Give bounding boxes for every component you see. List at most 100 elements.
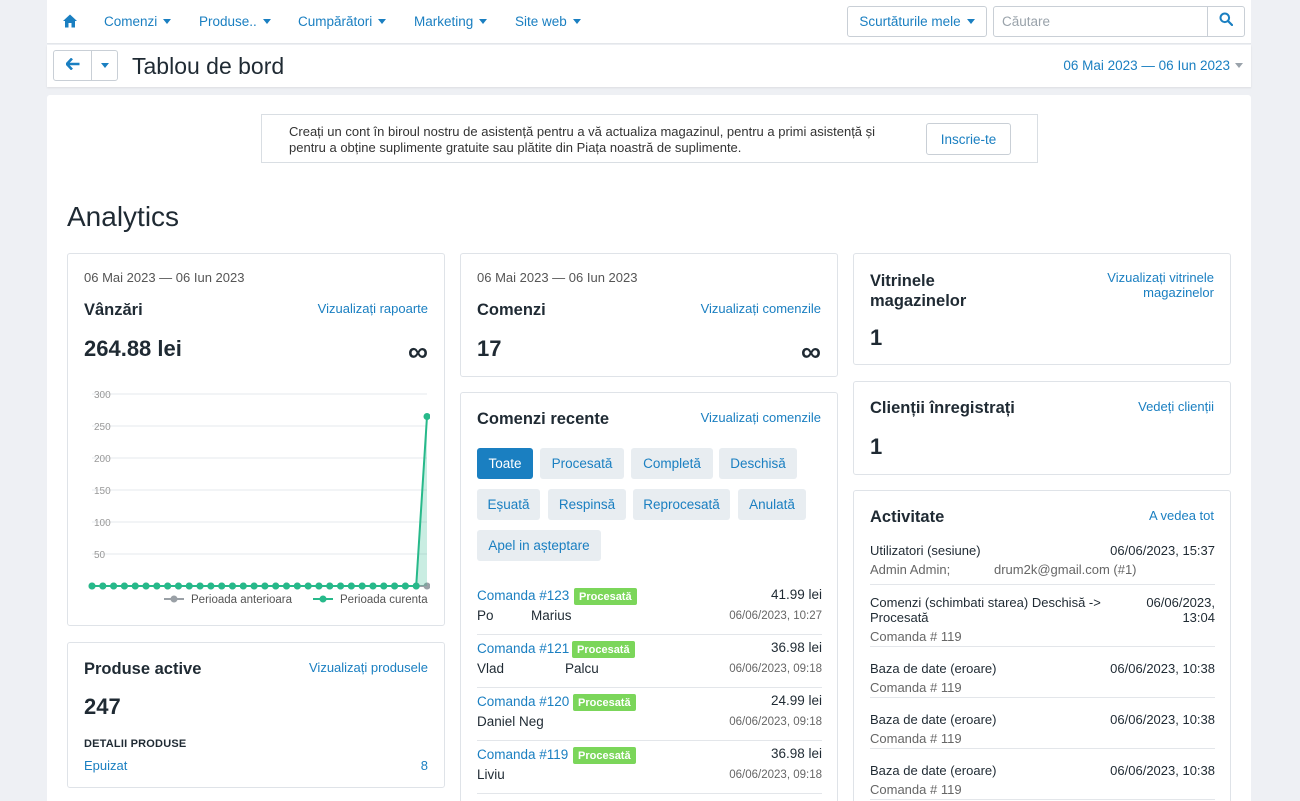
- home-icon[interactable]: [62, 13, 78, 29]
- order-link[interactable]: Comanda #119: [477, 747, 568, 762]
- helpdesk-notice: Creați un cont în biroul nostru de asist…: [261, 114, 1038, 163]
- customer-last-name: Marius: [531, 608, 572, 623]
- signup-button[interactable]: Inscrie-te: [926, 123, 1011, 155]
- tab-procesata[interactable]: Procesată: [540, 448, 624, 479]
- order-amount: 36.98 lei: [770, 746, 822, 761]
- data-point-current: [358, 582, 366, 590]
- y-tick-label: 300: [94, 390, 111, 401]
- order-row[interactable]: Comanda #123 Procesată 41.99 lei Po Mari…: [477, 582, 822, 635]
- order-link[interactable]: Comanda #121: [477, 641, 569, 656]
- tab-completa[interactable]: Completă: [631, 448, 713, 479]
- activity-sub: Comanda # 119: [870, 782, 962, 797]
- activity-email: drum2k@gmail.com (#1): [994, 562, 1137, 577]
- data-point-current: [153, 582, 161, 590]
- activity-item: Comenzi (schimbati starea) Deschisă -> P…: [870, 595, 1215, 647]
- data-point-current: [337, 582, 345, 590]
- view-customers-link[interactable]: Vedeți clienții: [1138, 399, 1214, 414]
- order-row[interactable]: Comanda #119 Procesată 36.98 lei Liviu 0…: [477, 741, 822, 794]
- recent-orders-title: Comenzi recente: [477, 410, 610, 428]
- y-tick-label: 150: [94, 486, 111, 497]
- sales-period: 06 Mai 2023 — 06 Iun 2023: [84, 270, 245, 285]
- nav-label: Site web: [515, 14, 567, 29]
- tab-anulata[interactable]: Anulată: [738, 489, 806, 520]
- legend-label-previous: Perioada anterioara: [191, 594, 293, 606]
- sales-chart: 50 100 150 200 250 300 Perioada anterioara Peri…: [84, 380, 431, 610]
- order-link[interactable]: Comanda #120: [477, 694, 569, 709]
- order-amount: 24.99 lei: [770, 693, 822, 708]
- chevron-down-icon: [378, 19, 387, 24]
- chevron-down-icon: [572, 19, 581, 24]
- y-tick-label: 100: [94, 518, 111, 529]
- data-point-current: [369, 582, 377, 590]
- tab-esuata[interactable]: Eșuată: [477, 489, 540, 520]
- chevron-down-icon: [100, 63, 109, 68]
- products-title: Produse active: [84, 660, 202, 678]
- activity-item: Baza de date (eroare) 06/06/2023, 10:38 …: [870, 763, 1215, 800]
- data-point-current: [207, 582, 215, 590]
- sales-value: 264.88 lei: [84, 336, 182, 361]
- order-amount: 36.98 lei: [770, 640, 822, 655]
- data-point-current: [164, 582, 172, 590]
- order-row[interactable]: Comanda #120 Procesată 24.99 lei Daniel …: [477, 688, 822, 741]
- legend-label-current: Perioada curenta: [340, 594, 428, 606]
- activity-title: Baza de date (eroare): [870, 661, 997, 676]
- date-range-label: 06 Mai 2023 — 06 Iun 2023: [1063, 58, 1230, 73]
- products-value: 247: [84, 694, 121, 719]
- tab-reprocesata[interactable]: Reprocesată: [633, 489, 730, 520]
- data-point-current: [283, 582, 291, 590]
- nav-cumparatori[interactable]: Cumpărători: [298, 14, 387, 29]
- order-link[interactable]: Comanda #123: [477, 588, 569, 603]
- sales-chart-svg: 50 100 150 200 250 300 Perioada anterioara Peri…: [88, 390, 431, 606]
- shortcuts-button[interactable]: Scurtăturile mele: [847, 6, 987, 37]
- order-date: 06/06/2023, 09:18: [729, 663, 822, 675]
- back-button[interactable]: [54, 51, 92, 80]
- tab-deschisa[interactable]: Deschisă: [719, 448, 797, 479]
- view-orders-link[interactable]: Vizualizați comenzile: [701, 301, 821, 316]
- chevron-down-icon: [1235, 63, 1243, 68]
- view-all-link[interactable]: A vedea tot: [1149, 508, 1214, 523]
- y-tick-label: 200: [94, 454, 111, 465]
- nav-comenzi[interactable]: Comenzi: [104, 14, 172, 29]
- data-point-current: [250, 582, 258, 590]
- order-date: 06/06/2023, 09:18: [729, 716, 822, 728]
- tab-apel-asteptare[interactable]: Apel in așteptare: [477, 530, 601, 561]
- activity-time: 06/06/2023, 10:38: [1110, 763, 1215, 778]
- sales-change: ∞: [408, 336, 428, 367]
- data-point-current: [347, 582, 355, 590]
- search-input[interactable]: [993, 6, 1208, 37]
- data-point-current: [88, 582, 96, 590]
- nav-site-web[interactable]: Site web: [515, 14, 581, 29]
- view-products-link[interactable]: Vizualizați produsele: [309, 660, 428, 675]
- out-of-stock-count[interactable]: 8: [421, 758, 428, 773]
- tab-toate[interactable]: Toate: [477, 448, 533, 479]
- view-storefronts-link[interactable]: Vizualizați vitrinele magazinelor: [1064, 270, 1214, 300]
- data-point-current: [380, 582, 388, 590]
- activity-card: Activitate A vedea tot Utilizatori (sesi…: [853, 490, 1231, 801]
- search-button[interactable]: [1207, 6, 1245, 37]
- date-range-picker[interactable]: 06 Mai 2023 — 06 Iun 2023: [1063, 58, 1243, 73]
- view-reports-link[interactable]: Vizualizați rapoarte: [318, 301, 428, 316]
- data-point-current: [423, 412, 431, 420]
- tab-respinsa[interactable]: Respinsă: [548, 489, 626, 520]
- data-point-current: [401, 582, 409, 590]
- order-amount: 41.99 lei: [770, 587, 822, 602]
- nav-marketing[interactable]: Marketing: [414, 14, 488, 29]
- products-details-label: DETALII PRODUSE: [84, 738, 187, 750]
- chevron-down-icon: [966, 19, 975, 24]
- out-of-stock-link[interactable]: Epuizat: [84, 758, 127, 773]
- activity-time: 06/06/2023, 10:38: [1110, 712, 1215, 727]
- sales-title: Vânzări: [84, 301, 143, 319]
- order-date: 06/06/2023, 09:18: [729, 769, 822, 781]
- customer-last-name: Palcu: [565, 661, 599, 676]
- data-point-current: [239, 582, 247, 590]
- customer-first-name: Vlad: [477, 661, 505, 676]
- view-orders-link[interactable]: Vizualizați comenzile: [701, 410, 821, 425]
- activity-item: Baza de date (eroare) 06/06/2023, 10:38 …: [870, 712, 1215, 749]
- history-dropdown-button[interactable]: [92, 51, 117, 80]
- customers-title: Clienții înregistrați: [870, 399, 1015, 417]
- orders-change: ∞: [801, 336, 821, 367]
- nav-label: Produse..: [199, 14, 257, 29]
- nav-produse[interactable]: Produse..: [199, 14, 271, 29]
- data-point-current: [110, 582, 118, 590]
- order-row[interactable]: Comanda #121 Procesată 36.98 lei Vlad Pa…: [477, 635, 822, 688]
